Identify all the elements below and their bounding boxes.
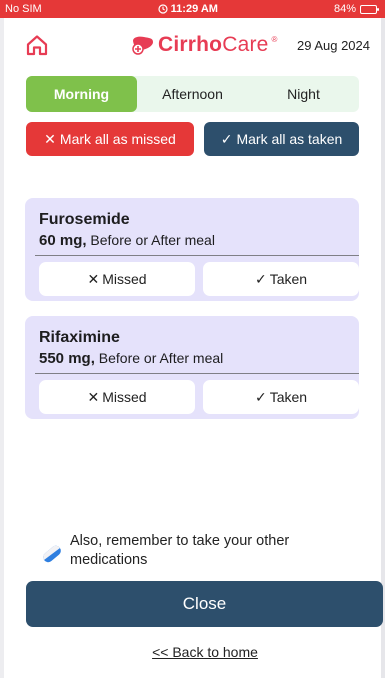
dose-timing: Before or After meal bbox=[98, 350, 224, 366]
taken-button[interactable]: ✓ Taken bbox=[203, 380, 359, 414]
divider bbox=[35, 373, 359, 374]
other-medications-reminder: Also, remember to take your other medica… bbox=[40, 532, 360, 572]
clock-icon bbox=[158, 4, 168, 14]
liver-logo-icon bbox=[131, 34, 155, 56]
medication-dose: 60 mg, Before or After meal bbox=[39, 232, 215, 249]
taken-label: Taken bbox=[269, 271, 308, 287]
missed-label: Missed bbox=[102, 389, 147, 405]
pill-icon bbox=[41, 543, 63, 565]
tab-morning[interactable]: Morning bbox=[26, 76, 137, 112]
check-icon: ✓ bbox=[254, 270, 267, 287]
right-edge bbox=[381, 18, 385, 678]
tab-night[interactable]: Night bbox=[248, 76, 359, 112]
divider bbox=[35, 255, 359, 256]
dose-amount: 550 mg, bbox=[39, 350, 95, 367]
time-of-day-tabs: Morning Afternoon Night bbox=[26, 76, 359, 112]
mark-all-row: ✕ Mark all as missed ✓ Mark all as taken bbox=[26, 122, 359, 156]
close-x-icon: ✕ bbox=[87, 270, 100, 287]
dose-amount: 60 mg, bbox=[39, 232, 87, 249]
taken-button[interactable]: ✓ Taken bbox=[203, 262, 359, 296]
close-x-icon: ✕ bbox=[87, 388, 100, 405]
close-x-icon: ✕ bbox=[44, 130, 56, 147]
tab-afternoon[interactable]: Afternoon bbox=[137, 76, 248, 112]
status-bar: No SIM 11:29 AM 84% bbox=[0, 0, 385, 18]
home-icon bbox=[26, 35, 48, 56]
close-button[interactable]: Close bbox=[26, 581, 383, 627]
left-edge bbox=[0, 18, 4, 678]
battery-text: 84% bbox=[333, 3, 356, 15]
medication-card: Rifaximine 550 mg, Before or After meal … bbox=[25, 316, 359, 419]
missed-label: Missed bbox=[102, 271, 147, 287]
app-header: CirrhoCare ® 29 Aug 2024 bbox=[0, 18, 385, 70]
missed-button[interactable]: ✕ Missed bbox=[39, 380, 195, 414]
medication-dose: 550 mg, Before or After meal bbox=[39, 350, 223, 367]
carrier-text: No SIM bbox=[5, 3, 42, 15]
brand-logo: CirrhoCare ® bbox=[131, 31, 277, 59]
back-to-home-link[interactable]: << Back to home bbox=[0, 644, 385, 660]
brand-name-part1: Cirrho bbox=[158, 33, 223, 56]
missed-button[interactable]: ✕ Missed bbox=[39, 262, 195, 296]
mark-all-taken-label: Mark all as taken bbox=[236, 131, 343, 147]
brand-name-part2: Care bbox=[222, 33, 269, 56]
taken-label: Taken bbox=[269, 389, 308, 405]
battery-icon bbox=[359, 4, 379, 14]
check-icon: ✓ bbox=[220, 130, 233, 147]
home-button[interactable] bbox=[24, 32, 50, 58]
mark-all-taken-button[interactable]: ✓ Mark all as taken bbox=[204, 122, 359, 156]
reminder-text: Also, remember to take your other medica… bbox=[70, 533, 290, 568]
header-date: 29 Aug 2024 bbox=[296, 38, 370, 53]
screen: No SIM 11:29 AM 84% CirrhoCare ® 29 Aug … bbox=[0, 0, 385, 678]
mark-all-missed-button[interactable]: ✕ Mark all as missed bbox=[26, 122, 194, 156]
time-text: 11:29 AM bbox=[170, 3, 218, 15]
brand-name: CirrhoCare bbox=[158, 33, 269, 57]
medication-card: Furosemide 60 mg, Before or After meal ✕… bbox=[25, 198, 359, 301]
dose-timing: Before or After meal bbox=[90, 232, 215, 248]
battery-status: 84% bbox=[333, 3, 379, 15]
registered-mark: ® bbox=[271, 35, 278, 44]
check-icon: ✓ bbox=[254, 388, 267, 405]
medication-name: Rifaximine bbox=[39, 329, 120, 346]
mark-all-missed-label: Mark all as missed bbox=[59, 131, 176, 147]
medication-name: Furosemide bbox=[39, 211, 130, 228]
status-time: 11:29 AM bbox=[158, 3, 218, 15]
